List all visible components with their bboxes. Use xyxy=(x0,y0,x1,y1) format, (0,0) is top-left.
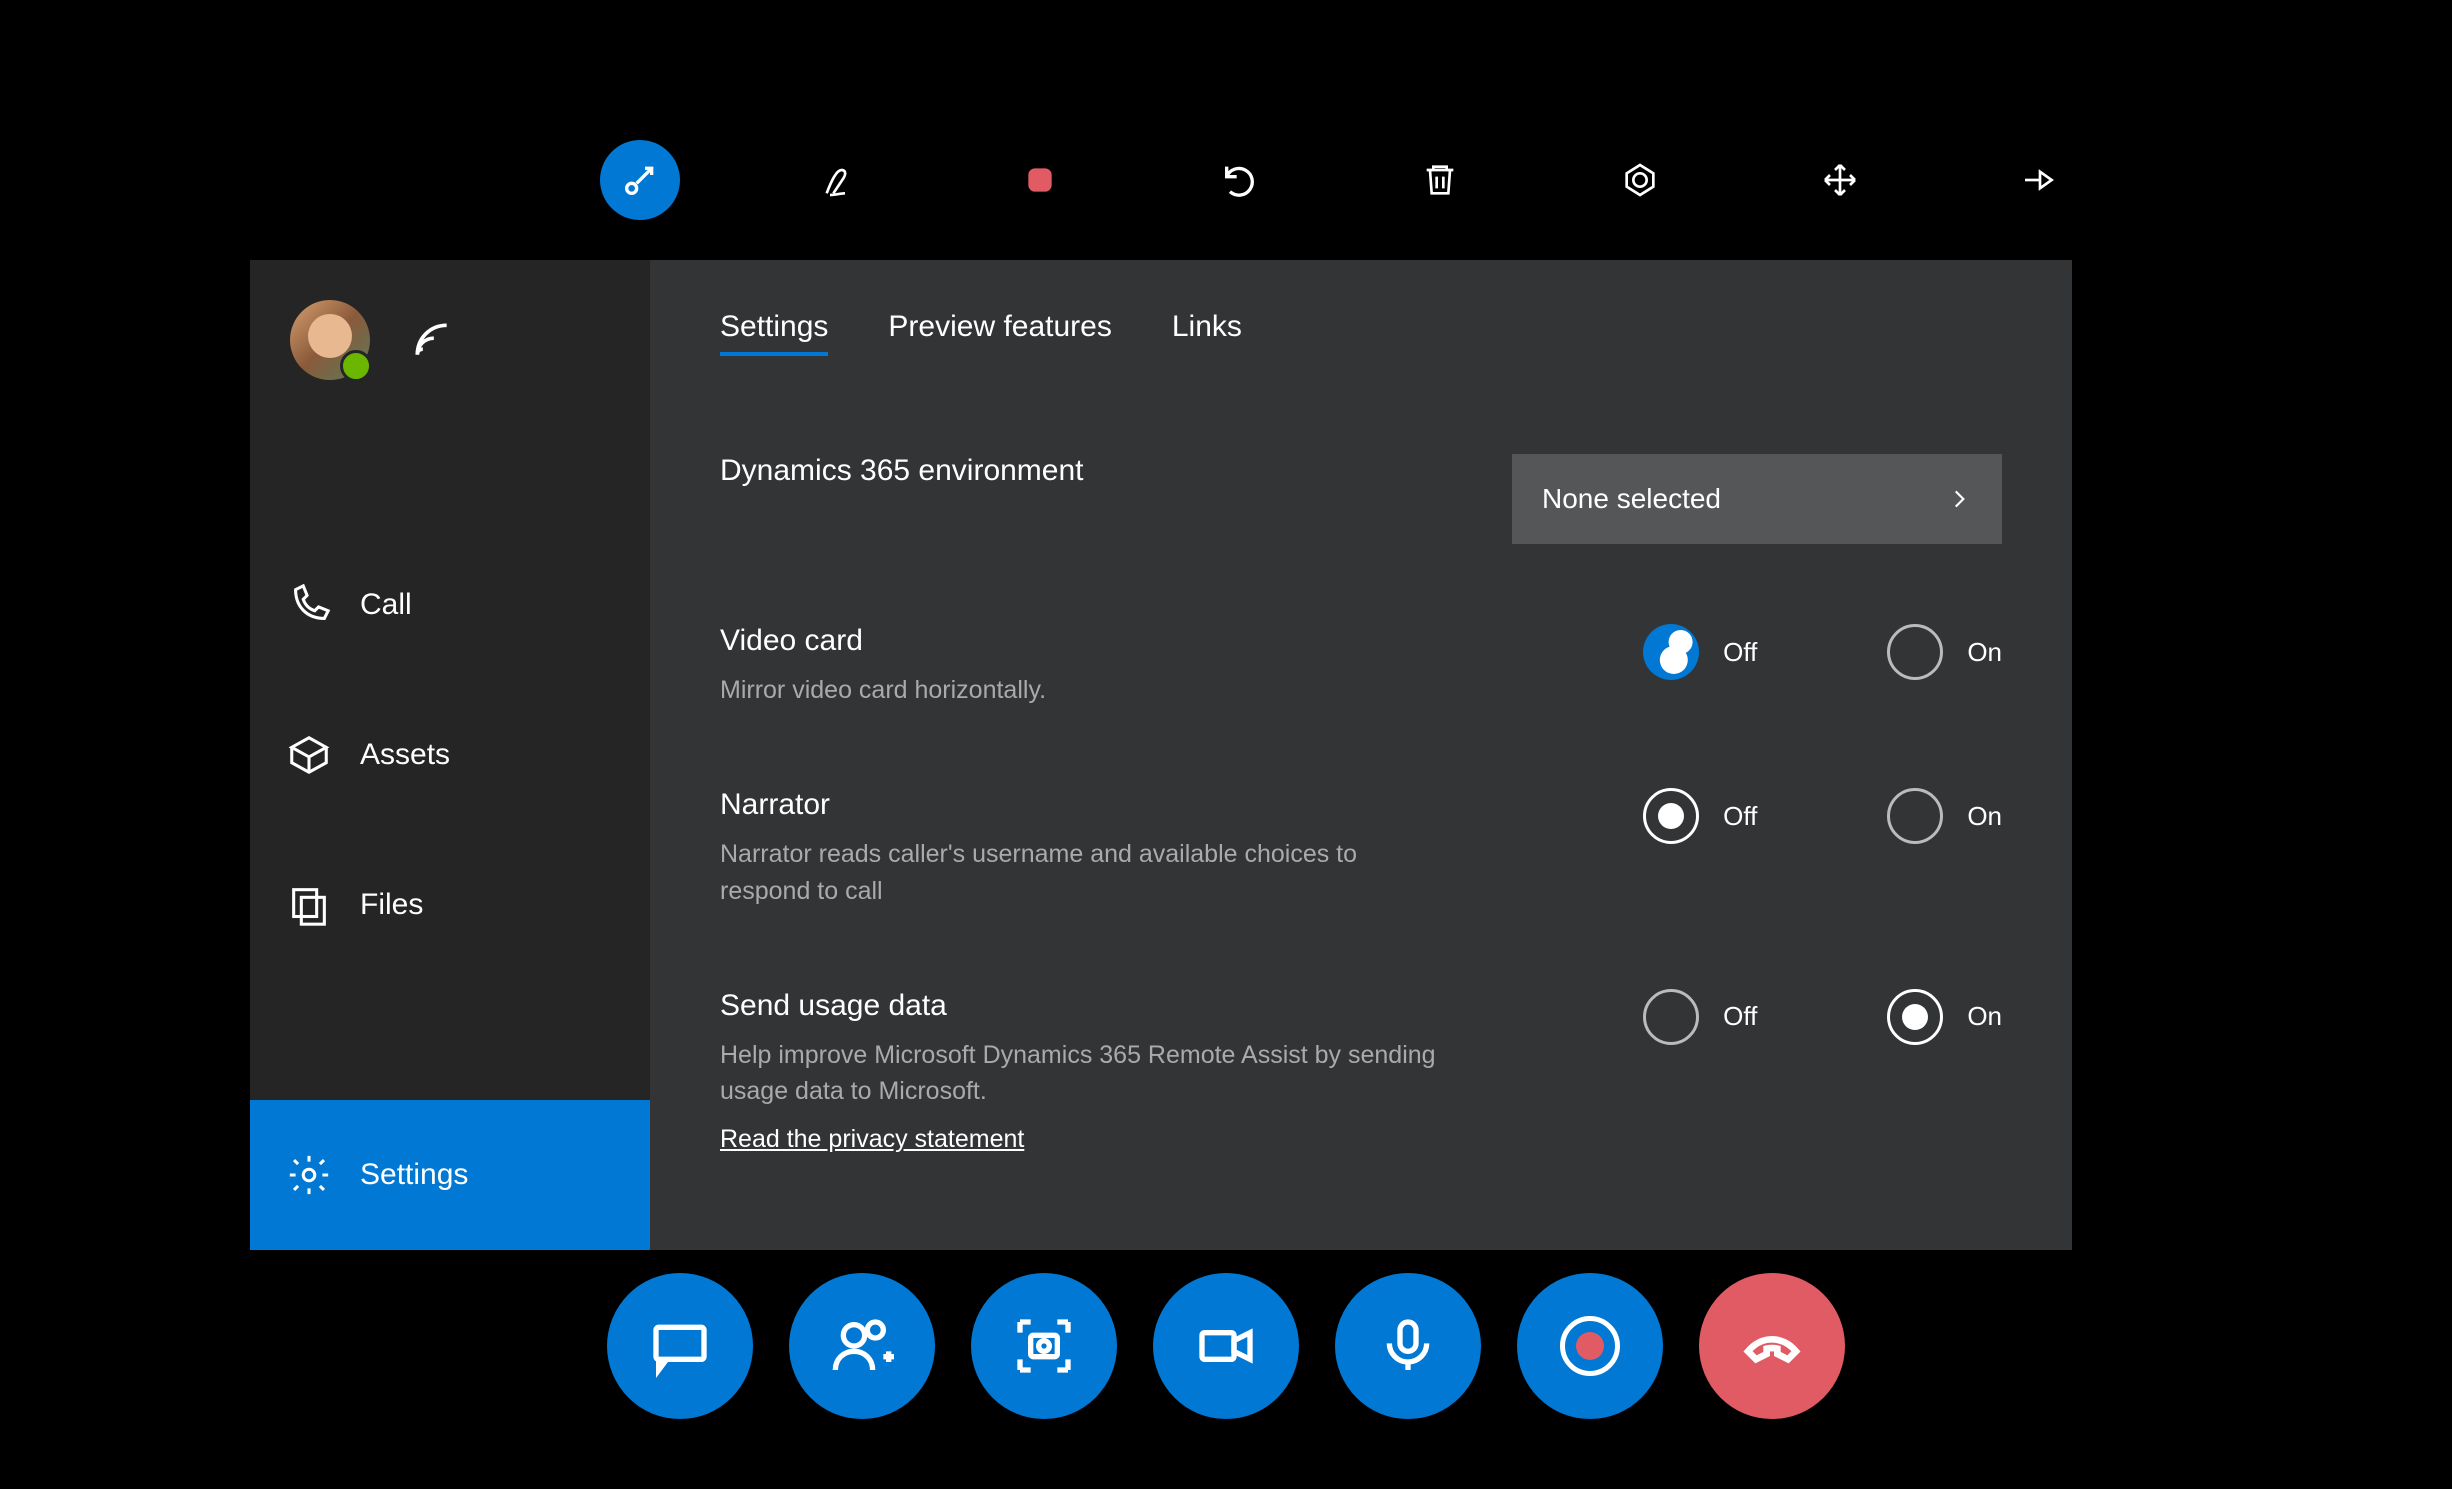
usage-radio-group: Off On xyxy=(1643,989,2002,1045)
privacy-link[interactable]: Read the privacy statement xyxy=(720,1125,1024,1154)
settings-panel: Call Assets Files Settings Settings Prev… xyxy=(250,260,2072,1250)
setting-video-card: Video card Mirror video card horizontall… xyxy=(720,594,2002,758)
sidebar-item-call[interactable]: Call xyxy=(250,530,650,680)
sidebar-item-assets[interactable]: Assets xyxy=(250,680,650,830)
nav-label: Assets xyxy=(360,738,450,772)
profile-row xyxy=(250,260,650,420)
radio-icon xyxy=(1643,624,1699,680)
record-button[interactable] xyxy=(1517,1273,1663,1419)
add-people-button[interactable] xyxy=(789,1273,935,1419)
tab-settings[interactable]: Settings xyxy=(720,310,828,354)
focus-button[interactable] xyxy=(1600,140,1680,220)
sidebar-item-settings[interactable]: Settings xyxy=(250,1100,650,1250)
setting-title: Narrator xyxy=(720,788,1440,822)
nav-list: Call Assets Files Settings xyxy=(250,530,650,1250)
pin-button[interactable] xyxy=(2000,140,2080,220)
setting-title: Dynamics 365 environment xyxy=(720,454,1440,488)
settings-content: Settings Preview features Links Dynamics… xyxy=(650,260,2072,1250)
video-off-radio[interactable]: Off xyxy=(1643,624,1757,680)
setting-title: Video card xyxy=(720,624,1440,658)
mic-button[interactable] xyxy=(1335,1273,1481,1419)
radio-icon xyxy=(1643,788,1699,844)
radio-label: Off xyxy=(1723,1001,1757,1032)
narrator-radio-group: Off On xyxy=(1643,788,2002,844)
hangup-button[interactable] xyxy=(1699,1273,1845,1419)
tab-links[interactable]: Links xyxy=(1172,310,1242,354)
radio-label: On xyxy=(1967,1001,2002,1032)
radio-icon xyxy=(1643,989,1699,1045)
env-selector[interactable]: None selected xyxy=(1512,454,2002,544)
usage-off-radio[interactable]: Off xyxy=(1643,989,1757,1045)
snapshot-button[interactable] xyxy=(971,1273,1117,1419)
chevron-right-icon xyxy=(1946,486,1972,512)
video-radio-group: Off On xyxy=(1643,624,2002,680)
undo-button[interactable] xyxy=(1200,140,1280,220)
signal-strength-icon xyxy=(410,318,454,362)
tabs: Settings Preview features Links xyxy=(720,310,2002,354)
env-value: None selected xyxy=(1542,483,1721,515)
radio-icon xyxy=(1887,989,1943,1045)
nav-label: Call xyxy=(360,588,412,622)
sidebar-item-files[interactable]: Files xyxy=(250,830,650,980)
radio-label: Off xyxy=(1723,801,1757,832)
setting-title: Send usage data xyxy=(720,989,1440,1023)
radio-label: On xyxy=(1967,801,2002,832)
radio-label: Off xyxy=(1723,637,1757,668)
record-icon xyxy=(1560,1316,1620,1376)
narrator-off-radio[interactable]: Off xyxy=(1643,788,1757,844)
radio-label: On xyxy=(1967,637,2002,668)
nav-label: Files xyxy=(360,888,423,922)
setting-usage-data: Send usage data Help improve Microsoft D… xyxy=(720,959,2002,1205)
nav-label: Settings xyxy=(360,1158,468,1192)
tab-preview-features[interactable]: Preview features xyxy=(888,310,1111,354)
avatar[interactable] xyxy=(290,300,370,380)
chat-button[interactable] xyxy=(607,1273,753,1419)
usage-on-radio[interactable]: On xyxy=(1887,989,2002,1045)
setting-narrator: Narrator Narrator reads caller's usernam… xyxy=(720,758,2002,959)
move-button[interactable] xyxy=(1800,140,1880,220)
narrator-on-radio[interactable]: On xyxy=(1887,788,2002,844)
stop-tool-button[interactable] xyxy=(1000,140,1080,220)
setting-desc: Mirror video card horizontally. xyxy=(720,672,1440,708)
radio-icon xyxy=(1887,788,1943,844)
setting-desc: Help improve Microsoft Dynamics 365 Remo… xyxy=(720,1037,1440,1110)
call-control-bar xyxy=(607,1273,1845,1419)
pointer-tool-button[interactable] xyxy=(600,140,680,220)
radio-icon xyxy=(1887,624,1943,680)
sidebar: Call Assets Files Settings xyxy=(250,260,650,1250)
video-button[interactable] xyxy=(1153,1273,1299,1419)
top-toolbar xyxy=(600,140,2252,220)
setting-desc: Narrator reads caller's username and ava… xyxy=(720,836,1440,909)
ink-tool-button[interactable] xyxy=(800,140,880,220)
delete-button[interactable] xyxy=(1400,140,1480,220)
setting-dynamics-env: Dynamics 365 environment None selected xyxy=(720,424,2002,594)
video-on-radio[interactable]: On xyxy=(1887,624,2002,680)
